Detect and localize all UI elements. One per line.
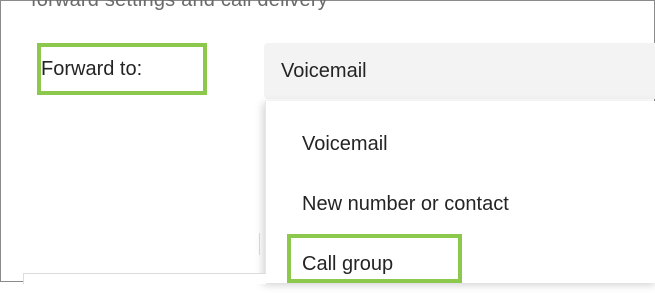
menu-item-voicemail-label: Voicemail <box>302 133 388 155</box>
menu-item-new-number-or-contact-label: New number or contact <box>302 193 509 215</box>
forward-to-selected-value: Voicemail <box>281 60 367 82</box>
forward-options-menu: Voicemail New number or contact Call gro… <box>265 101 655 283</box>
menu-item-voicemail[interactable]: Voicemail <box>266 117 655 173</box>
settings-window: forward settings and call delivery Forwa… <box>0 0 655 284</box>
menu-side-divider <box>259 233 266 255</box>
menu-item-new-number-or-contact[interactable]: New number or contact <box>266 177 655 233</box>
forward-to-label: Forward to: <box>41 58 143 80</box>
forward-to-select[interactable]: Voicemail <box>264 43 655 99</box>
menu-item-call-group-label: Call group <box>302 253 394 275</box>
menu-item-call-group[interactable]: Call group <box>266 237 655 293</box>
cut-off-description: forward settings and call delivery <box>31 0 328 11</box>
lower-panel-edge <box>23 273 266 284</box>
